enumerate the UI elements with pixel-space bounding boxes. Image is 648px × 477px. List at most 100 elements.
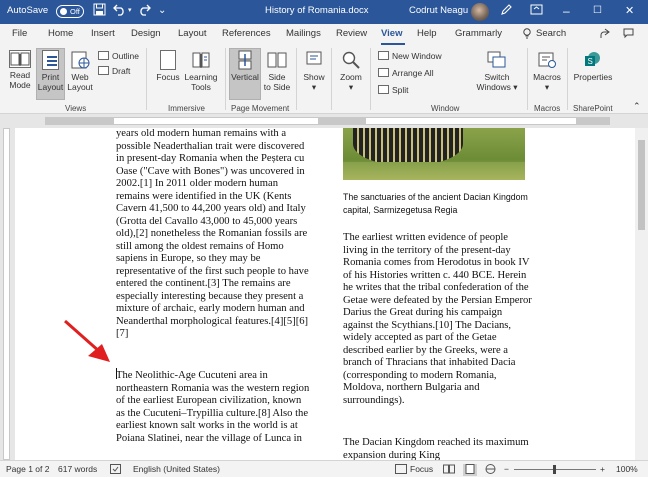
save-icon[interactable] xyxy=(93,3,106,20)
tab-insert[interactable]: Insert xyxy=(91,28,115,39)
grass xyxy=(343,162,525,180)
zoom-out-button[interactable]: − xyxy=(504,464,509,474)
new-window-icon xyxy=(378,51,389,60)
split-button[interactable]: Split xyxy=(378,85,409,96)
close-button[interactable]: ✕ xyxy=(625,3,634,19)
document-page[interactable]: years old modern human remains with a po… xyxy=(15,128,635,460)
vertical-pages-icon xyxy=(238,50,252,70)
autosave-toggle[interactable]: Off xyxy=(56,5,84,18)
book-icon xyxy=(9,50,31,68)
learning-tools-label-2: Tools xyxy=(191,82,211,92)
group-page-movement: Page Movement xyxy=(231,104,290,113)
macros-dropdown-icon: ▾ xyxy=(544,82,550,92)
scrollbar-thumb[interactable] xyxy=(638,140,645,230)
proofing-icon[interactable] xyxy=(110,464,121,476)
page-count[interactable]: Page 1 of 2 xyxy=(6,464,49,474)
minimize-button[interactable]: – xyxy=(563,3,570,19)
active-tab-indicator xyxy=(381,43,405,45)
text-cursor xyxy=(116,368,117,379)
lightbulb-icon xyxy=(522,28,532,42)
arrange-all-button[interactable]: Arrange All xyxy=(378,68,434,79)
divider xyxy=(296,48,297,110)
undo-dropdown-icon[interactable]: ▾ xyxy=(128,3,132,19)
redo-icon[interactable] xyxy=(138,3,151,20)
zoom-dropdown-icon: ▾ xyxy=(348,82,354,92)
right-column-paragraph-2[interactable]: The Dacian Kingdom reached its maximum e… xyxy=(343,437,533,460)
zoom-button[interactable]: Zoom ▾ xyxy=(336,50,366,92)
read-mode-button[interactable]: Read Mode xyxy=(6,50,34,90)
macros-button[interactable]: Macros ▾ xyxy=(531,50,563,92)
split-icon xyxy=(378,85,389,94)
side-to-side-button[interactable]: Side to Side xyxy=(262,50,292,92)
tab-mailings[interactable]: Mailings xyxy=(286,28,321,39)
tab-help[interactable]: Help xyxy=(417,28,437,39)
switch-windows-button[interactable]: Switch Windows ▾ xyxy=(476,50,518,92)
left-column-text-top[interactable]: years old modern human remains with a po… xyxy=(116,128,312,341)
ribbon-display-options-icon[interactable] xyxy=(530,3,543,20)
properties-button[interactable]: S Properties xyxy=(572,50,614,82)
zoom-in-button[interactable]: + xyxy=(600,464,605,474)
share-icon[interactable] xyxy=(599,28,610,42)
tab-home[interactable]: Home xyxy=(48,28,73,39)
focus-button[interactable]: Focus xyxy=(154,50,182,82)
search-box[interactable]: Search xyxy=(536,28,566,39)
zoom-slider-handle[interactable] xyxy=(553,465,556,474)
tab-grammarly[interactable]: Grammarly xyxy=(455,28,502,39)
outline-icon xyxy=(98,51,109,60)
focus-mode-icon[interactable] xyxy=(395,464,407,476)
vertical-ruler[interactable] xyxy=(0,128,12,460)
left-column-text-bottom[interactable]: The Neolithic-Age Cucuteni area in north… xyxy=(116,370,312,445)
tab-view[interactable]: View xyxy=(381,28,402,39)
show-button[interactable]: Show ▾ xyxy=(300,50,328,92)
ruler-margin-right xyxy=(576,118,609,124)
sharepoint-icon: S xyxy=(583,50,603,70)
new-window-label: New Window xyxy=(392,51,442,61)
macros-icon xyxy=(537,50,557,70)
vertical-button[interactable]: Vertical xyxy=(229,50,261,82)
tab-design[interactable]: Design xyxy=(131,28,161,39)
outline-label: Outline xyxy=(112,51,139,61)
divider xyxy=(370,48,371,110)
new-window-button[interactable]: New Window xyxy=(378,51,442,62)
ruler-margin-left xyxy=(46,118,114,124)
pen-icon[interactable] xyxy=(500,3,513,20)
tab-layout[interactable]: Layout xyxy=(178,28,207,39)
vertical-scrollbar[interactable] xyxy=(635,128,648,460)
focus-mode-label[interactable]: Focus xyxy=(410,464,433,474)
tab-review[interactable]: Review xyxy=(336,28,367,39)
image-caption: The sanctuaries of the ancient Dacian Ki… xyxy=(343,192,528,215)
undo-icon[interactable] xyxy=(113,3,126,20)
macros-label: Macros xyxy=(533,72,561,82)
comments-icon[interactable] xyxy=(623,28,634,42)
user-name[interactable]: Codrut Neagu xyxy=(409,5,468,16)
print-layout-button[interactable]: Print Layout xyxy=(36,50,65,92)
print-layout-view-icon[interactable] xyxy=(463,464,477,476)
horizontal-ruler[interactable] xyxy=(0,114,648,128)
collapse-ribbon-icon[interactable]: ⌃ xyxy=(633,101,641,112)
vertical-label: Vertical xyxy=(231,72,259,82)
arrange-all-label: Arrange All xyxy=(392,68,434,78)
maximize-button[interactable]: ☐ xyxy=(593,3,602,19)
magnifier-icon xyxy=(341,50,361,70)
web-layout-view-icon[interactable] xyxy=(485,464,496,476)
web-layout-label-1: Web xyxy=(71,72,89,82)
print-layout-label-1: Print xyxy=(41,72,60,82)
sarmizegetusa-photo[interactable] xyxy=(343,128,525,180)
learning-tools-button[interactable]: Learning Tools xyxy=(184,50,218,92)
divider xyxy=(146,48,147,110)
group-window: Window xyxy=(431,104,460,113)
tab-references[interactable]: References xyxy=(222,28,271,39)
outline-button[interactable]: Outline xyxy=(98,51,139,62)
zoom-level[interactable]: 100% xyxy=(616,464,638,474)
web-layout-button[interactable]: Web Layout xyxy=(66,50,94,92)
draft-button[interactable]: Draft xyxy=(98,66,130,77)
tab-file[interactable]: File xyxy=(12,28,27,39)
right-column-paragraph-1[interactable]: The earliest written evidence of people … xyxy=(343,232,533,407)
read-mode-view-icon[interactable] xyxy=(443,464,455,476)
red-arrow-icon xyxy=(64,319,110,362)
document-title: History of Romania.docx xyxy=(265,5,369,16)
customize-toolbar-icon[interactable]: ⌄ xyxy=(158,3,166,19)
avatar[interactable] xyxy=(471,3,489,21)
language[interactable]: English (United States) xyxy=(133,464,220,474)
word-count[interactable]: 617 words xyxy=(58,464,97,474)
